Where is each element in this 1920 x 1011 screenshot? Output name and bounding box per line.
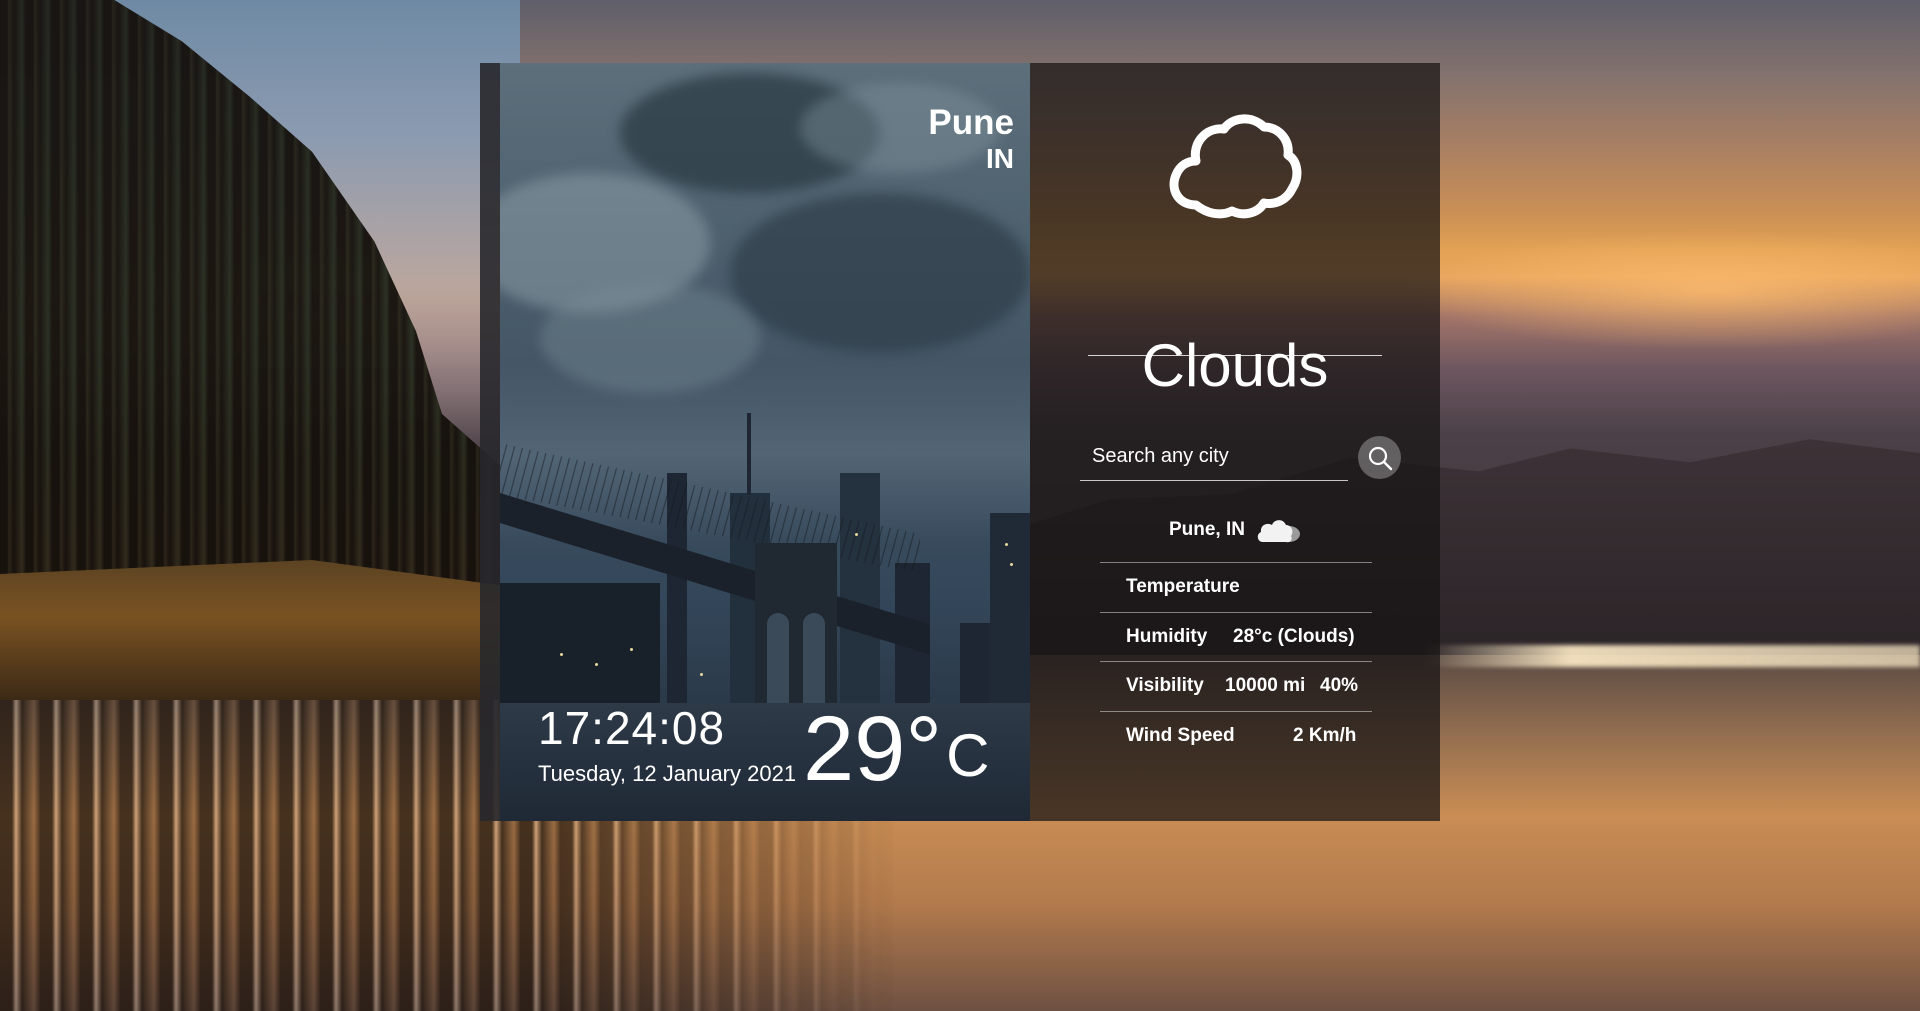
forecast-location: Pune, IN [1030, 514, 1440, 546]
city-heading: Pune IN [928, 103, 1014, 175]
weather-card: Pune IN 17:24:08 Tuesday, 12 January 202… [480, 63, 1440, 821]
city-light [630, 648, 633, 651]
city-light [700, 673, 703, 676]
temperature-value: 29° [803, 698, 943, 800]
condition-underline [1088, 355, 1382, 356]
temperature-label: Temperature [1126, 576, 1240, 598]
temperature-unit: C [946, 722, 990, 789]
wind-speed-value: 2 Km/h [1293, 724, 1357, 746]
forecast-row-visibility: Visibility 10000 mi 40% [1100, 661, 1372, 711]
weather-condition: Clouds [1141, 332, 1329, 399]
forecast-row-humidity: Humidity 28°c (Clouds) [1100, 611, 1372, 662]
city-light [560, 653, 563, 656]
humidity-value: 28°c (Clouds) [1233, 625, 1355, 647]
city-light [1005, 543, 1008, 546]
city-photo-panel: Pune IN 17:24:08 Tuesday, 12 January 202… [500, 63, 1030, 821]
search-bar [1080, 433, 1401, 481]
small-cloud-icon [1257, 520, 1300, 543]
background-hillside [0, 560, 520, 700]
visibility-label: Visibility [1126, 675, 1204, 697]
weather-info-panel: Clouds Pune, IN Temperature [1030, 63, 1440, 821]
forecast-row-wind-speed: Wind Speed 2 Km/h [1100, 710, 1372, 761]
time-block: 17:24:08 Tuesday, 12 January 2021 [538, 703, 796, 789]
current-time: 17:24:08 [538, 702, 726, 754]
current-date: Tuesday, 12 January 2021 [538, 761, 797, 786]
wind-speed-label: Wind Speed [1126, 724, 1235, 746]
forecast-row-temperature: Temperature [1100, 562, 1372, 612]
temperature-block: 29°C [803, 699, 989, 799]
city-light [855, 533, 858, 536]
search-icon [1368, 446, 1392, 470]
skyscraper-spire [747, 413, 751, 495]
city-light [595, 663, 598, 666]
sunset-glow [1400, 230, 1920, 350]
card-edge [480, 63, 500, 821]
bridge-tower [755, 543, 837, 723]
forecast-location-label: Pune, IN [1168, 519, 1245, 540]
visibility-extra: 40% [1320, 675, 1359, 696]
storm-cloud [730, 193, 1030, 353]
city-name: Pune [928, 103, 1014, 142]
city-light [1010, 563, 1013, 566]
search-button[interactable] [1358, 436, 1401, 479]
country-code: IN [986, 143, 1014, 174]
cloud-outline-icon [1169, 114, 1302, 219]
skyscraper [990, 513, 1030, 723]
humidity-label: Humidity [1126, 625, 1208, 647]
forecast-details: Temperature Humidity 28°c (Clouds) Visib… [1100, 562, 1372, 760]
water-shine [1420, 645, 1920, 667]
visibility-value: 10000 mi [1225, 675, 1306, 697]
search-input[interactable] [1080, 433, 1348, 481]
